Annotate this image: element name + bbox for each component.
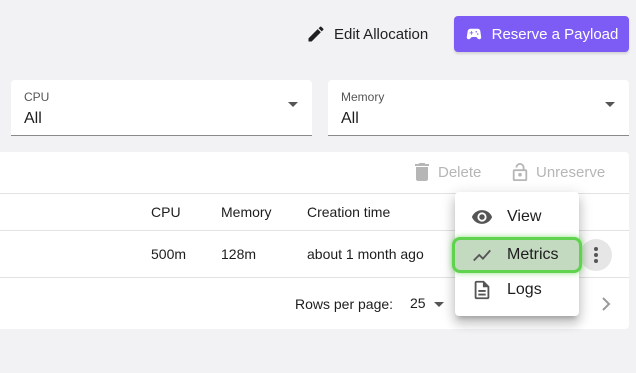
edit-allocation-button[interactable]: Edit Allocation (296, 16, 442, 52)
memory-filter-label: Memory (341, 90, 385, 104)
reserve-payload-button[interactable]: Reserve a Payload (454, 16, 629, 52)
unreserve-label: Unreserve (536, 163, 606, 181)
cpu-filter-select[interactable]: CPU All (11, 80, 312, 136)
rows-per-page-select[interactable]: 25 (410, 295, 426, 311)
dropdown-arrow-icon (605, 102, 615, 107)
dropdown-arrow-icon (288, 102, 298, 107)
trash-icon (415, 163, 429, 181)
eye-icon (471, 210, 493, 224)
column-header-creation-time[interactable]: Creation time (307, 204, 390, 220)
cpu-filter-label: CPU (24, 90, 50, 104)
rows-per-page-label: Rows per page: (295, 296, 394, 312)
menu-item-label: Metrics (507, 246, 559, 263)
lock-open-icon (512, 163, 528, 181)
delete-button[interactable]: Delete (414, 160, 481, 184)
menu-item-label: Logs (507, 281, 542, 298)
unreserve-button[interactable]: Unreserve (512, 160, 605, 184)
cell-memory: 128m (221, 246, 257, 262)
pencil-icon (308, 26, 324, 42)
memory-filter-value: All (341, 110, 359, 127)
row-actions-button[interactable] (580, 239, 612, 271)
menu-item-logs[interactable]: Logs (455, 272, 579, 308)
gamepad-icon (466, 28, 481, 40)
reserve-payload-label: Reserve a Payload (491, 25, 619, 43)
row-actions-menu: View Metrics Logs (452, 192, 582, 316)
cell-cpu: 500m (151, 246, 187, 262)
cpu-filter-value: All (24, 110, 42, 127)
memory-filter-select[interactable]: Memory All (328, 80, 629, 136)
dropdown-arrow-icon[interactable] (434, 302, 444, 307)
menu-item-label: View (507, 208, 542, 225)
column-header-memory[interactable]: Memory (221, 204, 272, 220)
chart-line-icon (473, 249, 491, 262)
delete-label: Delete (438, 163, 482, 181)
edit-allocation-label: Edit Allocation (334, 25, 429, 43)
column-header-cpu[interactable]: CPU (151, 204, 181, 220)
cell-creation-time: about 1 month ago (307, 246, 424, 262)
menu-item-metrics[interactable]: Metrics (452, 237, 582, 273)
document-icon (474, 280, 490, 300)
menu-item-view[interactable]: View (455, 199, 579, 235)
chevron-right-icon[interactable] (599, 296, 613, 312)
more-vert-icon (594, 247, 598, 263)
